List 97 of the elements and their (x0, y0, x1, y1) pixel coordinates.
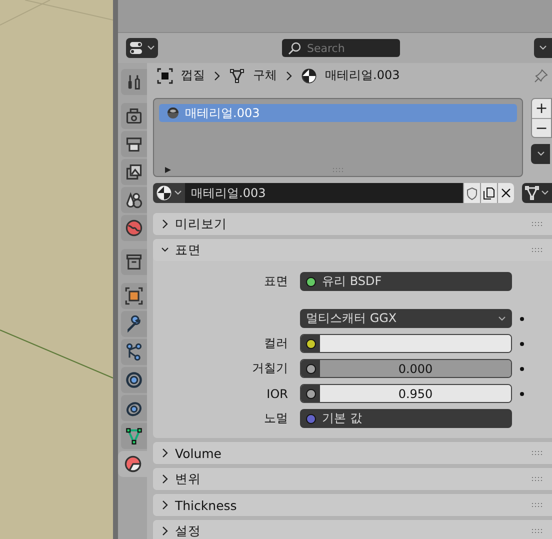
browse-material-button[interactable] (153, 183, 185, 203)
box-icon (125, 253, 143, 271)
editor-type-button[interactable] (126, 38, 158, 58)
fake-user-button[interactable] (462, 183, 480, 203)
printer-icon (125, 135, 143, 153)
search-field[interactable]: Search (282, 39, 400, 57)
dropdown[interactable]: 멀티스캐터 GGX (300, 309, 512, 328)
expand-chevron-icon (161, 219, 169, 229)
property-label: 컬러 (264, 336, 288, 350)
mesh-triangle-icon (229, 68, 245, 84)
material-name-field[interactable]: 매테리얼.003 (185, 183, 463, 203)
pin-icon[interactable] (534, 68, 548, 82)
expand-chevron-icon (161, 526, 169, 536)
orbit-icon (125, 371, 143, 389)
duplicate-button[interactable] (480, 183, 497, 203)
property-label: 거칠기 (252, 361, 288, 375)
caret-icon (147, 45, 155, 51)
wrench-icon (125, 315, 143, 333)
material-sphere-icon (156, 185, 172, 201)
image-stack-icon (125, 163, 143, 181)
socket-dot[interactable] (306, 338, 316, 348)
panel-title: Thickness (175, 498, 237, 512)
keyframe-dot[interactable] (520, 366, 524, 370)
globe-icon (125, 219, 143, 237)
keyframe-dot[interactable] (520, 392, 524, 396)
socket-dot[interactable] (306, 276, 316, 286)
properties-tab[interactable] (121, 215, 147, 241)
camera-icon (125, 107, 143, 125)
color-swatch[interactable] (320, 335, 511, 352)
property-label: 표면 (264, 274, 288, 288)
panel-header[interactable]: 설정 (153, 520, 552, 539)
sphere-icon (124, 455, 142, 473)
properties-tab[interactable] (121, 395, 147, 421)
properties-tab[interactable] (121, 159, 147, 185)
chevron-icon (285, 70, 293, 80)
properties-tab[interactable] (121, 69, 147, 95)
dropdown-button[interactable] (534, 38, 552, 58)
panel-header[interactable]: 변위 (153, 468, 552, 490)
editor-type-icon (129, 41, 145, 55)
panel-header[interactable]: 미리보기 (153, 213, 552, 235)
breadcrumb-label: 매테리얼.003 (325, 67, 400, 84)
add-slot-button[interactable]: + (532, 99, 551, 118)
expand-chevron-icon (161, 500, 169, 510)
caret-icon (174, 190, 182, 196)
expand-chevron-icon (161, 474, 169, 484)
mesh-triangle-icon (524, 185, 540, 201)
collapse-chevron-icon (161, 247, 169, 253)
socket-dot[interactable] (306, 414, 316, 424)
unlink-button[interactable] (496, 183, 514, 203)
caret-icon (539, 45, 547, 51)
panel-title: 미리보기 (175, 216, 227, 232)
panel-header[interactable]: Volume (153, 442, 552, 464)
properties-tab[interactable] (121, 423, 147, 449)
caret-icon (541, 190, 550, 196)
shader-link-field[interactable]: 기본 값 (300, 409, 512, 428)
panel-title: 변위 (175, 470, 201, 488)
caret-icon (498, 316, 506, 322)
properties-tab[interactable] (121, 249, 147, 275)
properties-tab[interactable] (121, 187, 147, 213)
copy-icon (482, 186, 495, 200)
expand-triangle-icon[interactable] (164, 166, 172, 174)
triangle-icon (125, 427, 143, 445)
square-icon (125, 287, 143, 305)
shader-link-field[interactable]: 유리 BSDF (300, 272, 512, 291)
panel-header[interactable]: Thickness (153, 494, 552, 516)
close-icon (500, 188, 511, 198)
expand-chevron-icon (161, 448, 169, 458)
property-label: IOR (266, 386, 288, 400)
shield-icon (466, 186, 478, 200)
nodes-icon (125, 343, 143, 361)
properties-tab[interactable] (121, 283, 147, 309)
properties-tab[interactable] (118, 451, 147, 477)
properties-tab[interactable] (121, 131, 147, 157)
properties-tab[interactable] (121, 103, 147, 129)
panel-title: 설정 (175, 522, 201, 539)
object-square-icon (157, 68, 173, 84)
keyframe-dot[interactable] (520, 316, 524, 320)
keyframe-dot[interactable] (520, 342, 524, 346)
breadcrumb-label: 껍질 (181, 67, 205, 84)
properties-tab[interactable] (121, 367, 147, 393)
property-label: 노멀 (264, 411, 288, 425)
sphere-icon (167, 107, 179, 119)
specials-menu-button[interactable] (531, 144, 550, 164)
breadcrumb-label: 구체 (253, 67, 277, 84)
caret-icon (536, 151, 544, 157)
panel-title: Volume (175, 446, 222, 460)
properties-tab[interactable] (121, 339, 147, 365)
shapes-icon (125, 191, 143, 209)
panel-header[interactable]: 표면 (153, 239, 552, 261)
remove-slot-button[interactable]: − (532, 118, 551, 137)
ring-icon (125, 399, 143, 417)
material-sphere-icon (301, 68, 317, 84)
link-mode-button[interactable] (522, 183, 552, 203)
search-icon (288, 42, 301, 55)
chevron-icon (213, 70, 221, 80)
panel-title: 표면 (175, 242, 201, 258)
properties-tab[interactable] (121, 311, 147, 337)
